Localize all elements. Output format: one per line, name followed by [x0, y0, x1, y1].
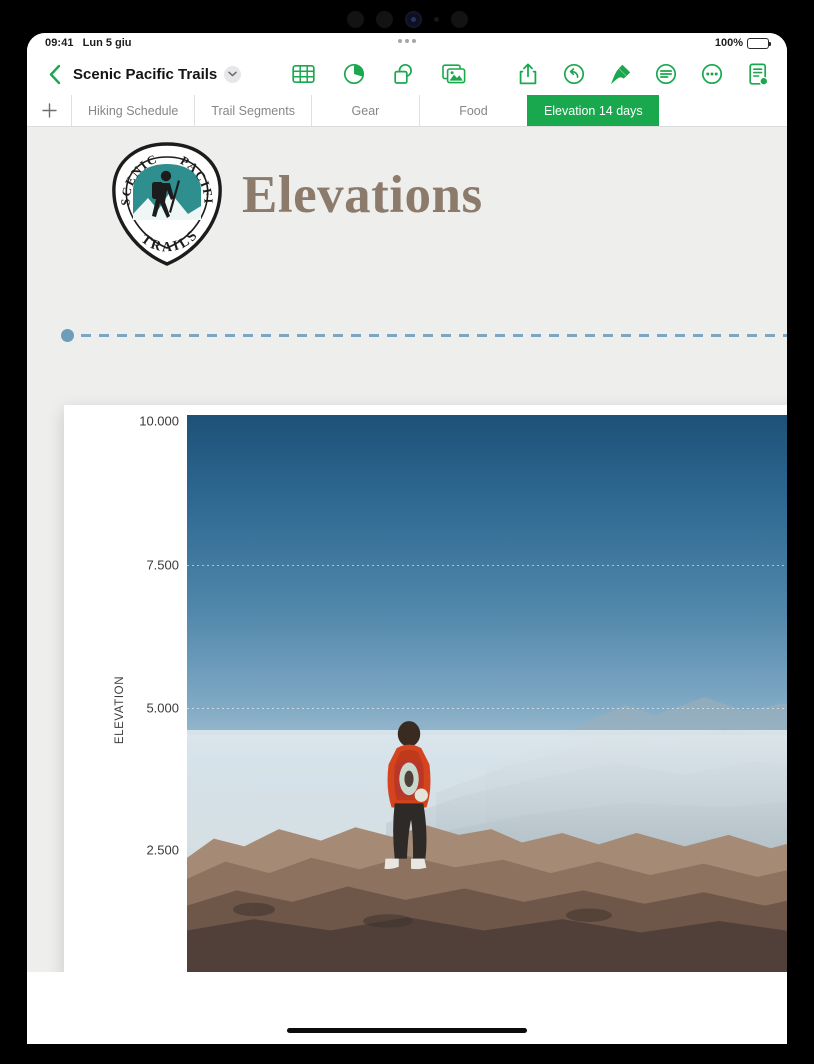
alignment-guide-line	[63, 334, 787, 337]
insert-shape-button[interactable]	[391, 62, 416, 87]
gridline-7500	[187, 565, 787, 566]
format-button[interactable]	[608, 62, 633, 87]
undo-button[interactable]	[562, 62, 587, 87]
sheet-header: SCENIC PACIFIC TRAILS Elevations	[27, 127, 787, 307]
chevron-down-icon[interactable]	[224, 65, 242, 83]
organize-button[interactable]	[654, 62, 679, 87]
document-title[interactable]: Scenic Pacific Trails	[73, 66, 217, 83]
handle-dot	[398, 39, 402, 43]
y-axis-tick: 2.500	[146, 842, 179, 858]
sheet-tab-label: Hiking Schedule	[88, 103, 179, 118]
chart-plot-wrapper: ELEVATION 10.000 7.500 5.000 2.500	[64, 405, 787, 1015]
sensor-dot	[433, 16, 439, 22]
gridline-5000	[187, 708, 787, 709]
more-button[interactable]	[700, 62, 725, 87]
document-options-button[interactable]	[746, 62, 771, 87]
spreadsheet-canvas[interactable]: SCENIC PACIFIC TRAILS Elevations	[27, 127, 787, 1044]
hiker-figure	[384, 721, 431, 870]
device-sensor-array	[0, 8, 814, 30]
status-bar-left: 09:41 Lun 5 giu	[45, 37, 132, 49]
sheet-tab-trail-segments[interactable]: Trail Segments	[194, 95, 311, 126]
sheet-tab-label: Trail Segments	[211, 103, 295, 118]
y-axis-tick: 5.000	[146, 700, 179, 716]
actions-tools-group	[516, 62, 771, 87]
y-axis-label: ELEVATION	[114, 675, 127, 745]
sensor-dot	[450, 10, 468, 28]
front-camera-icon	[404, 10, 422, 28]
page-title[interactable]: Elevations	[242, 165, 483, 225]
sheet-tab-label: Gear	[351, 103, 380, 118]
sensor-dot	[346, 10, 364, 28]
sheet-tab-elevation-14-days[interactable]: Elevation 14 days	[526, 95, 659, 126]
multitasking-handle[interactable]	[398, 39, 416, 43]
ipad-device-frame: 09:41 Lun 5 giu 100% Scenic Pacific Trai…	[0, 0, 814, 1064]
chart-plot-area	[187, 415, 787, 978]
sheet-tab-gear[interactable]: Gear	[310, 95, 419, 126]
back-chevron-icon[interactable]	[43, 61, 65, 87]
home-indicator[interactable]	[287, 1028, 527, 1033]
alignment-guide-handle[interactable]	[61, 329, 74, 342]
sheet-tab-food[interactable]: Food	[418, 95, 527, 126]
canvas-sheet: SCENIC PACIFIC TRAILS Elevations	[27, 127, 787, 1015]
add-sheet-button[interactable]	[27, 95, 71, 126]
share-button[interactable]	[516, 62, 541, 87]
handle-dot	[405, 39, 409, 43]
sheet-tab-label: Elevation 14 days	[543, 103, 643, 118]
hiker-on-summit-photo	[187, 415, 787, 978]
insert-chart-button[interactable]	[341, 62, 366, 87]
status-bar: 09:41 Lun 5 giu 100%	[27, 33, 787, 53]
scenic-pacific-trails-logo: SCENIC PACIFIC TRAILS	[103, 129, 226, 268]
status-time: 09:41	[45, 37, 74, 49]
status-date: Lun 5 giu	[82, 37, 132, 49]
sheet-tab-bar: Hiking Schedule Trail Segments Gear Food…	[27, 95, 787, 127]
sensor-dot	[375, 10, 393, 28]
status-bar-right: 100%	[714, 37, 771, 49]
y-axis-tick: 10.000	[139, 413, 179, 429]
insert-tools-group	[291, 62, 466, 87]
app-toolbar: Scenic Pacific Trails	[27, 53, 787, 95]
handle-dot	[412, 39, 416, 43]
elevation-chart[interactable]: ELEVATION 10.000 7.500 5.000 2.500	[64, 405, 787, 1015]
canvas-lower-area	[27, 972, 787, 1044]
sheet-tab-hiking-schedule[interactable]: Hiking Schedule	[71, 95, 194, 126]
y-axis-tick: 7.500	[146, 557, 179, 573]
battery-percentage: 100%	[714, 37, 743, 49]
sheet-tab-label: Food	[459, 103, 488, 118]
battery-full-icon	[747, 37, 771, 49]
insert-media-button[interactable]	[441, 62, 466, 87]
insert-table-button[interactable]	[291, 62, 316, 87]
foreground-rocks	[187, 824, 787, 978]
app-screen: 09:41 Lun 5 giu 100% Scenic Pacific Trai…	[27, 33, 787, 1044]
